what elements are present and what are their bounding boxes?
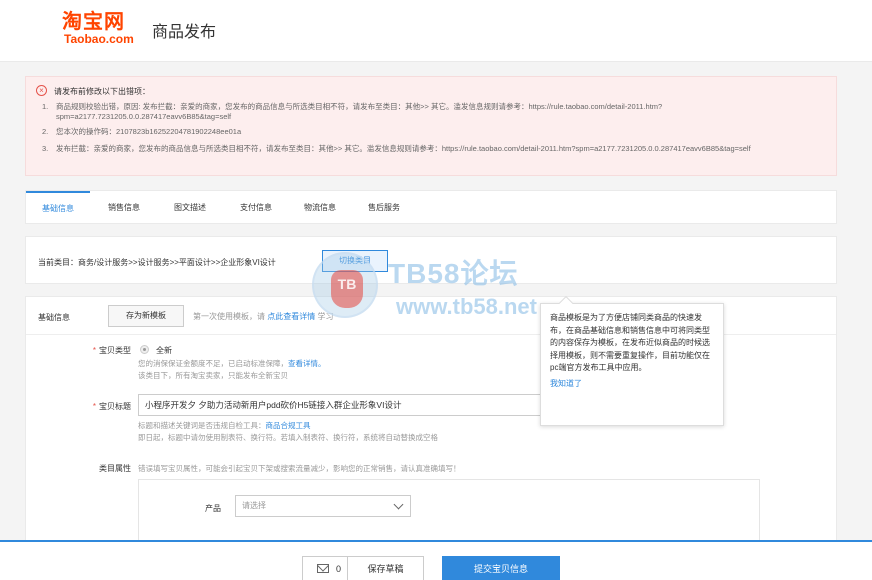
watermark-url: www.tb58.net [396, 294, 537, 319]
submit-button[interactable]: 提交宝贝信息 [442, 556, 560, 580]
watermark-circle: TB [312, 252, 378, 318]
page-header: 淘宝网 Taobao.com 商品发布 [0, 0, 872, 62]
logo-main-text: 淘宝网 [62, 9, 125, 33]
section-tabs: 基础信息 销售信息 图文描述 支付信息 物流信息 售后服务 [25, 190, 837, 224]
chevron-down-icon [393, 499, 404, 510]
item-title-label-text: 宝贝标题 [99, 402, 131, 411]
tab-payment-info[interactable]: 支付信息 [224, 191, 288, 224]
item-title-hint: 标题和描述关键词是否违规自检工具：商品合规工具 [138, 420, 311, 431]
draft-count: 0 [336, 564, 342, 574]
template-details-link[interactable]: 点此查看详情 [267, 312, 315, 321]
error-item-number: 3. [42, 144, 49, 153]
error-item-text: 发布拦截：亲爱的商家，您发布的商品信息与所选类目相不符，请发布至类目：其他>> … [56, 144, 751, 153]
item-type-radio[interactable] [140, 345, 149, 354]
product-select[interactable]: 请选择 [235, 495, 411, 517]
item-type-hint-text: 您的消保保证金额度不足，已启动标准保障， [138, 359, 288, 368]
template-hint-prefix: 第一次使用模板，请 [193, 312, 265, 321]
view-details-link[interactable]: 查看详情。 [288, 359, 326, 368]
error-message-box: × 请发布前修改以下出错项： 1. 商品规则校验出错，原因: 发布拦截：亲爱的商家… [25, 76, 837, 176]
draft-count-button[interactable]: 0 [302, 556, 348, 580]
required-star: * [92, 346, 96, 355]
item-title-label: * 宝贝标题 [26, 401, 131, 412]
error-item-number: 1. [42, 102, 49, 111]
popover-text: 商品模板是为了方便店铺同类商品的快速发布，在商品基础信息和销售信息中可将同类型的… [550, 313, 710, 372]
action-footer: 0 保存草稿 提交宝贝信息 [0, 540, 872, 580]
tab-sales-info[interactable]: 销售信息 [92, 191, 156, 224]
error-circle-icon: × [36, 85, 47, 96]
attributes-label: 类目属性 [99, 464, 131, 473]
item-title-input[interactable]: 小程序开发夕 夕助力活动新用户pdd砍价H5链接入群企业形象VI设计 [138, 394, 594, 416]
item-type-label-text: 宝贝类型 [99, 346, 131, 355]
item-type-hint-2: 该类目下，所有淘宝卖家，只能发布全新宝贝 [138, 371, 288, 380]
attributes-box: 产品 请选择 [138, 479, 760, 540]
popover-dismiss-link[interactable]: 我知道了 [550, 378, 715, 390]
current-category: 当前类目：商务/设计服务>>设计服务>>平面设计>>企业形象VI设计 [38, 258, 276, 267]
item-type-label: * 宝贝类型 [26, 345, 131, 356]
error-item-text: 您本次的操作码：2107823b16252204781902248ee01a [56, 127, 242, 136]
attributes-hint: 错误填写宝贝属性，可能会引起宝贝下架或搜索流量减少，影响您的正常销售，请认真准确… [138, 464, 461, 473]
item-type-hint: 您的消保保证金额度不足，已启动标准保障，查看详情。 [138, 358, 326, 369]
watermark-title: TB58论坛 [388, 258, 519, 289]
product-select-placeholder: 请选择 [242, 501, 266, 510]
item-title-hint-text: 标题和描述关键词是否违规自检工具： [138, 421, 266, 430]
error-item: 2. 您本次的操作码：2107823b16252204781902248ee01a [42, 127, 822, 137]
error-item: 3. 发布拦截：亲爱的商家，您发布的商品信息与所选类目相不符，请发布至类目：其他>… [42, 144, 822, 154]
mail-icon [317, 564, 329, 573]
page-title: 商品发布 [152, 24, 217, 41]
section-label: 基础信息 [38, 313, 70, 322]
watermark-hand-text: TB [337, 276, 357, 292]
item-title-hint-2: 即日起，标题中请勿使用制表符、换行符。若填入制表符、换行符，系统将自动替换成空格 [138, 433, 438, 442]
save-template-button[interactable]: 存为新模板 [108, 305, 184, 327]
forum-watermark: TB TB58论坛 www.tb58.net [312, 248, 572, 328]
radio-dot [143, 348, 146, 351]
tab-logistics-info[interactable]: 物流信息 [288, 191, 352, 224]
save-draft-button[interactable]: 保存草稿 [348, 556, 424, 580]
error-item-text: 商品规则校验出错，原因: 发布拦截：亲爱的商家，您发布的商品信息与所选类目相不符… [56, 102, 663, 121]
logo-sub-text: Taobao.com [64, 32, 134, 46]
error-item: 1. 商品规则校验出错，原因: 发布拦截：亲爱的商家，您发布的商品信息与所选类目相… [42, 102, 822, 122]
error-item-number: 2. [42, 127, 49, 136]
error-title: 请发布前修改以下出错项： [54, 87, 150, 96]
taobao-logo[interactable]: 淘宝网 Taobao.com [62, 10, 146, 50]
tab-after-sales[interactable]: 售后服务 [352, 191, 416, 224]
tab-basic-info[interactable]: 基础信息 [26, 191, 90, 224]
required-star: * [92, 402, 96, 411]
template-popover: 商品模板是为了方便店铺同类商品的快速发布，在商品基础信息和销售信息中可将同类型的… [540, 295, 724, 426]
item-type-option: 全新 [156, 346, 172, 355]
compliance-tool-link[interactable]: 商品合规工具 [266, 421, 311, 430]
product-label: 产品 [205, 504, 221, 513]
tab-description[interactable]: 图文描述 [158, 191, 222, 224]
